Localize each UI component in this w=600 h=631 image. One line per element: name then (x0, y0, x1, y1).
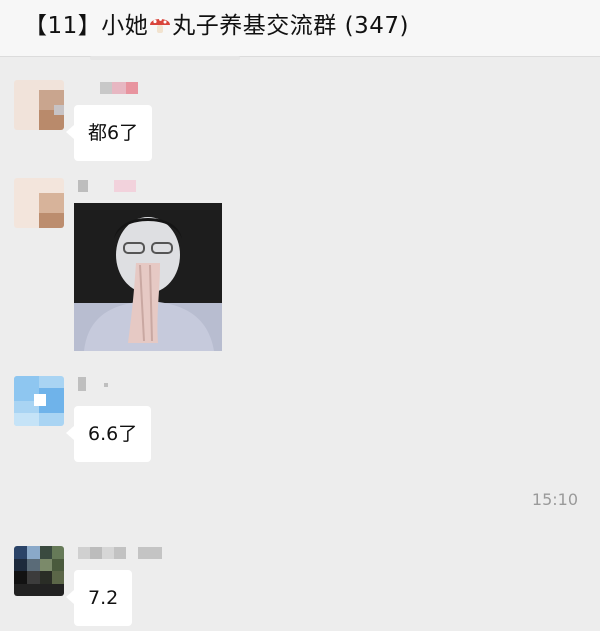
reaction-sticker-image[interactable] (74, 203, 222, 351)
member-count: (347) (344, 13, 409, 39)
avatar[interactable] (14, 376, 64, 426)
message-timestamp: 15:10 (531, 490, 578, 509)
sender-nickname-blurred (78, 547, 168, 561)
sender-nickname-blurred (78, 377, 118, 391)
message-bubble[interactable]: 7.2 (65, 570, 133, 626)
title-prefix: 【11】小她 (24, 13, 149, 39)
message-bubble[interactable]: 都6了 (65, 105, 153, 161)
sender-nickname-blurred (78, 180, 138, 194)
chat-header: 【11】小她 丸子养基交流群 (347) (0, 0, 600, 57)
pinned-bar-shadow (90, 56, 240, 60)
title-suffix: 丸子养基交流群 (172, 13, 337, 39)
sender-nickname-blurred (100, 82, 140, 96)
avatar[interactable] (14, 546, 64, 596)
chat-title[interactable]: 【11】小她 丸子养基交流群 (347) (24, 6, 409, 42)
avatar[interactable] (14, 80, 64, 130)
avatar[interactable] (14, 178, 64, 228)
mushroom-icon (148, 12, 172, 42)
message-bubble[interactable]: 6.6了 (65, 406, 152, 462)
